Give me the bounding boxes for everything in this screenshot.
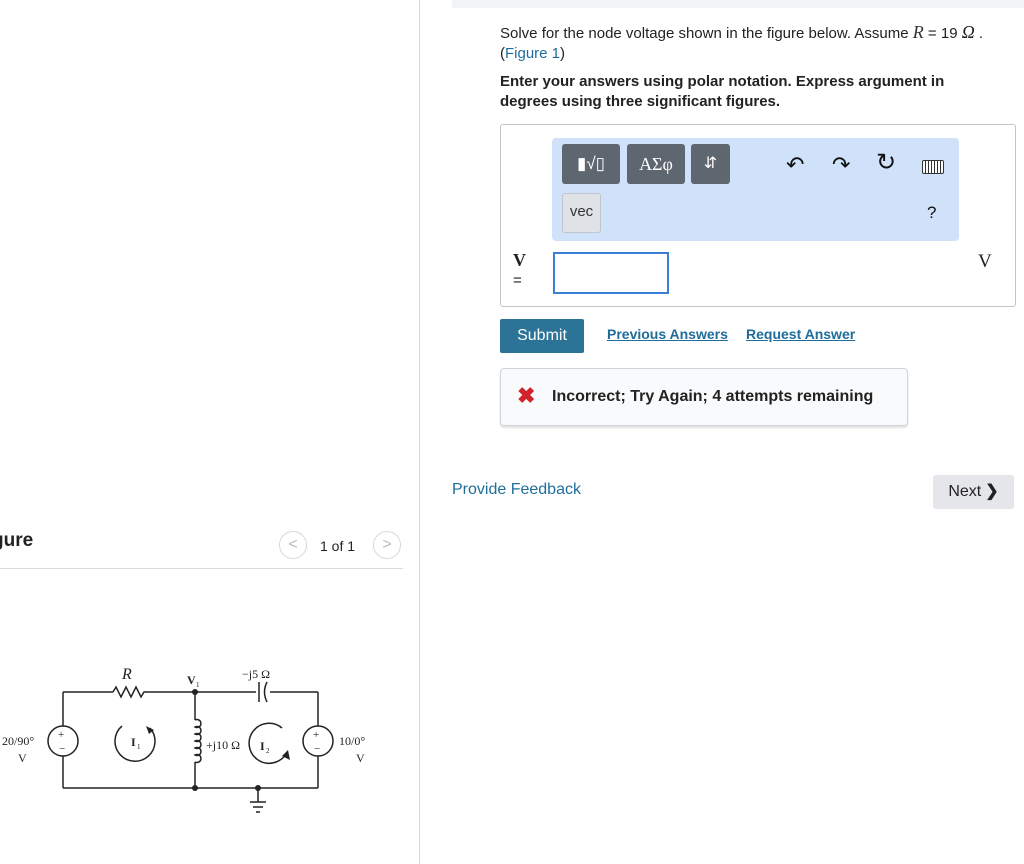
help-button[interactable]: ? xyxy=(927,202,936,224)
source-left-minus: − xyxy=(59,743,65,755)
answer-equals: = xyxy=(513,272,522,289)
ohm-symbol: Ω xyxy=(961,22,975,42)
node-v1-sub: 1 xyxy=(196,681,200,689)
ground-symbol xyxy=(250,788,266,813)
source-right-plus: + xyxy=(313,729,319,741)
circuit-diagram: R V 1 −j5 Ω +j10 Ω I 1 I 2 + − + − 20/90… xyxy=(2,666,365,813)
capacitor-label: −j5 Ω xyxy=(242,667,270,681)
keyboard-icon[interactable] xyxy=(922,160,944,174)
error-icon: ✖ xyxy=(517,383,536,408)
instructions: Enter your answers using polar notation.… xyxy=(500,73,945,110)
chevron-right-icon: ❯ xyxy=(985,483,999,500)
question-prompt: Solve for the node voltage shown in the … xyxy=(500,25,913,42)
templates-button[interactable]: ▮√▯ xyxy=(562,144,620,184)
mesh1-sub: 1 xyxy=(137,743,141,751)
answer-variable: V xyxy=(513,250,526,270)
question-text: Solve for the node voltage shown in the … xyxy=(500,22,1020,64)
question-equals: = 19 xyxy=(923,25,962,42)
resistor-label: R xyxy=(121,666,132,683)
inductor-symbol xyxy=(193,718,202,764)
request-answer-link[interactable]: Request Answer xyxy=(746,326,855,342)
arrows-button[interactable]: ⇵ xyxy=(691,144,730,184)
inductor-label: +j10 Ω xyxy=(206,738,240,752)
figure-prev-button[interactable]: < xyxy=(279,531,307,559)
mesh2-sub: 2 xyxy=(266,747,270,755)
resistor-symbol xyxy=(112,685,150,699)
node-ground-dot xyxy=(255,785,261,791)
source-right-minus: − xyxy=(314,743,320,755)
next-label: Next xyxy=(948,483,982,500)
figure-link[interactable]: Figure 1 xyxy=(505,45,560,62)
question-period: . xyxy=(974,25,984,42)
previous-answers-link[interactable]: Previous Answers xyxy=(607,326,728,342)
feedback-box: ✖ Incorrect; Try Again; 4 attempts remai… xyxy=(500,368,908,426)
answer-input[interactable] xyxy=(553,252,669,294)
source-left-value: 20/90° xyxy=(2,734,34,748)
top-bar xyxy=(452,0,1024,8)
mesh1-label: I xyxy=(131,735,136,749)
figure-next-button[interactable]: > xyxy=(373,531,401,559)
source-left-plus: + xyxy=(58,729,64,741)
capacitor-plate-right xyxy=(263,681,268,703)
submit-button[interactable]: Submit xyxy=(500,319,584,353)
vec-button[interactable]: vec xyxy=(562,193,601,233)
feedback-message: Incorrect; Try Again; 4 attempts remaini… xyxy=(552,388,874,405)
figure-counter: 1 of 1 xyxy=(320,538,356,554)
source-right-unit: V xyxy=(356,751,365,765)
node-bottom-dot xyxy=(192,785,198,791)
r-variable: R xyxy=(912,22,924,42)
figure-divider xyxy=(0,568,403,569)
redo-icon[interactable]: ↷ xyxy=(832,154,850,176)
node-v1-dot xyxy=(192,689,198,695)
pane-divider xyxy=(419,0,420,864)
figure-link-close: ) xyxy=(560,45,566,62)
mesh2-label: I xyxy=(260,739,265,753)
node-v1-label: V xyxy=(187,673,196,687)
source-right-value: 10/0° xyxy=(339,734,365,748)
reset-icon[interactable]: ↻ xyxy=(876,151,896,175)
mesh2-arrow xyxy=(248,722,287,764)
undo-icon[interactable]: ↶ xyxy=(786,154,804,176)
provide-feedback-link[interactable]: Provide Feedback xyxy=(452,481,581,499)
answer-unit: V xyxy=(978,251,992,272)
next-button[interactable]: Next ❯ xyxy=(933,475,1014,509)
figure-pane: gure < 1 of 1 > xyxy=(0,0,420,864)
source-left-unit: V xyxy=(18,751,27,765)
greek-symbols-button[interactable]: ΑΣφ xyxy=(627,144,685,184)
figure-heading: gure xyxy=(0,530,34,551)
math-toolbar: ▮√▯ ΑΣφ ⇵ vec ↶ ↷ ↻ ? xyxy=(552,138,959,241)
